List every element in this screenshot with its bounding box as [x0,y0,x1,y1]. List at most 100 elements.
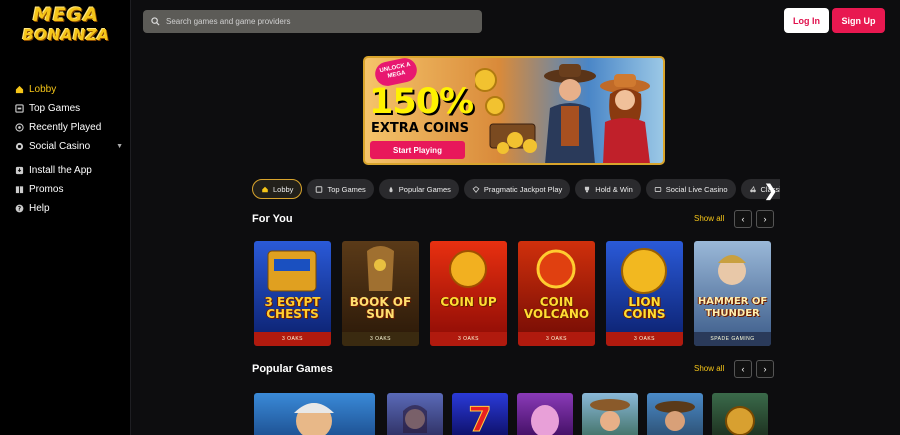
sidebar-nav: Lobby Top Games Recently Played Social C… [15,80,123,218]
sidebar-item-lobby[interactable]: Lobby [15,80,123,99]
game-title: HAMMER OF THUNDER [697,295,768,319]
tab-top-games[interactable]: Top Games [307,179,374,199]
home-icon [15,85,24,94]
game-card[interactable]: LION COINS 3 OAKS [606,241,683,346]
sidebar-item-help[interactable]: ? Help [15,199,123,218]
promo-banner[interactable]: UNLOCK A MEGA 150% EXTRA COINS Start Pla… [363,56,665,165]
sidebar-item-promos[interactable]: Promos [15,180,123,199]
game-card[interactable]: 3 EGYPT CHESTS 3 OAKS [254,241,331,346]
popular-show-all[interactable]: Show all [694,364,724,373]
game-artwork [403,405,427,433]
game-card[interactable]: HAMMER OF THUNDER SPADE GAMING [694,241,771,346]
game-card[interactable] [647,393,703,435]
popular-carousel: 7 [254,393,779,435]
game-card[interactable] [712,393,768,435]
game-card[interactable] [517,393,573,435]
sidebar-item-label: Lobby [29,84,57,95]
for-you-carousel: 3 EGYPT CHESTS 3 OAKS BOOK OF SUN 3 OAKS… [254,241,782,346]
sidebar-item-install-app[interactable]: Install the App [15,161,123,180]
game-artwork [621,248,667,294]
svg-text:7: 7 [468,400,492,435]
login-button[interactable]: Log In [784,8,829,33]
sidebar-item-top-games[interactable]: Top Games [15,99,123,118]
game-artwork [590,399,630,431]
cowboy-couple-illustration [475,64,650,163]
game-title: BOOK OF SUN [349,294,412,321]
popular-prev-button[interactable]: ‹ [734,360,752,378]
tab-label: Top Games [327,184,366,194]
chevron-down-icon[interactable]: ▼ [116,143,123,150]
signup-button[interactable]: Sign Up [832,8,885,33]
sidebar-item-label: Install the App [29,165,92,176]
game-card[interactable] [582,393,638,435]
sidebar-item-label: Top Games [29,103,81,114]
tab-pragmatic-jackpot[interactable]: Pragmatic Jackpot Play [463,179,571,199]
live-icon [654,186,662,193]
game-title: 3 EGYPT CHESTS [264,294,321,321]
game-title: COIN UP [440,294,497,309]
game-artwork [725,406,755,435]
game-card[interactable]: COIN VOLCANO 3 OAKS [518,241,595,346]
game-provider: SPADE GAMING [694,332,771,346]
sidebar-item-label: Help [29,203,50,214]
for-you-next-button[interactable]: › [756,210,774,228]
game-provider: 3 OAKS [518,332,595,346]
flame-icon [387,186,395,193]
chevron-left-icon: ‹ [741,214,745,224]
game-artwork: 7 [468,400,493,435]
chevron-right-icon: › [763,214,767,224]
logo-line2: BONANZA [22,26,110,44]
gift-icon [15,185,24,194]
chevron-left-icon: ‹ [741,364,745,374]
game-artwork [294,403,334,435]
game-artwork [718,255,746,285]
search-input[interactable] [166,17,466,26]
home-icon [261,186,269,193]
history-icon [15,123,24,132]
search-icon [151,13,160,31]
for-you-prev-button[interactable]: ‹ [734,210,752,228]
trophy-icon [315,185,323,193]
tab-label: Hold & Win [595,184,633,194]
game-artwork [367,246,394,291]
game-provider: 3 OAKS [606,332,683,346]
game-title: LION COINS [623,294,666,321]
tab-label: Lobby [273,184,294,194]
download-icon [15,166,24,175]
trophy-cup-icon [583,186,591,193]
popular-next-button[interactable]: › [756,360,774,378]
tab-popular-games[interactable]: Popular Games [378,179,459,199]
game-artwork [267,250,317,292]
game-artwork [536,249,576,289]
mega-bonanza-logo[interactable]: MEGA BONANZA [22,6,110,56]
game-card[interactable]: BOOK OF SUN 3 OAKS [342,241,419,346]
popular-games-title: Popular Games [252,363,333,375]
game-artwork [531,405,559,435]
game-artwork [449,250,487,288]
game-card[interactable] [387,393,443,435]
chevron-right-icon: › [763,364,767,374]
for-you-title: For You [252,213,293,225]
sidebar-item-recently-played[interactable]: Recently Played [15,118,123,137]
tab-lobby[interactable]: Lobby [252,179,303,199]
top-header: Log In Sign Up [131,0,900,42]
game-card[interactable] [254,393,375,435]
game-provider: 3 OAKS [254,332,331,346]
sidebar-item-label: Recently Played [29,122,102,133]
tabs-scroll-right-icon[interactable]: ❯ [764,181,777,201]
tab-hold-and-win[interactable]: Hold & Win [575,179,641,199]
game-card[interactable]: 7 [452,393,508,435]
help-icon: ? [15,204,24,213]
game-provider: 3 OAKS [342,332,419,346]
trophy-icon [15,104,24,113]
sidebar-item-label: Promos [29,184,64,195]
for-you-show-all[interactable]: Show all [694,214,724,223]
game-artwork [655,401,695,431]
tab-social-live-casino[interactable]: Social Live Casino [645,179,736,199]
search-bar[interactable] [143,10,482,33]
start-playing-button[interactable]: Start Playing [370,141,465,159]
sidebar-item-social-casino[interactable]: Social Casino ▼ [15,137,123,156]
game-card[interactable]: COIN UP 3 OAKS [430,241,507,346]
game-provider: 3 OAKS [430,332,507,346]
sidebar-item-label: Social Casino [29,141,91,152]
